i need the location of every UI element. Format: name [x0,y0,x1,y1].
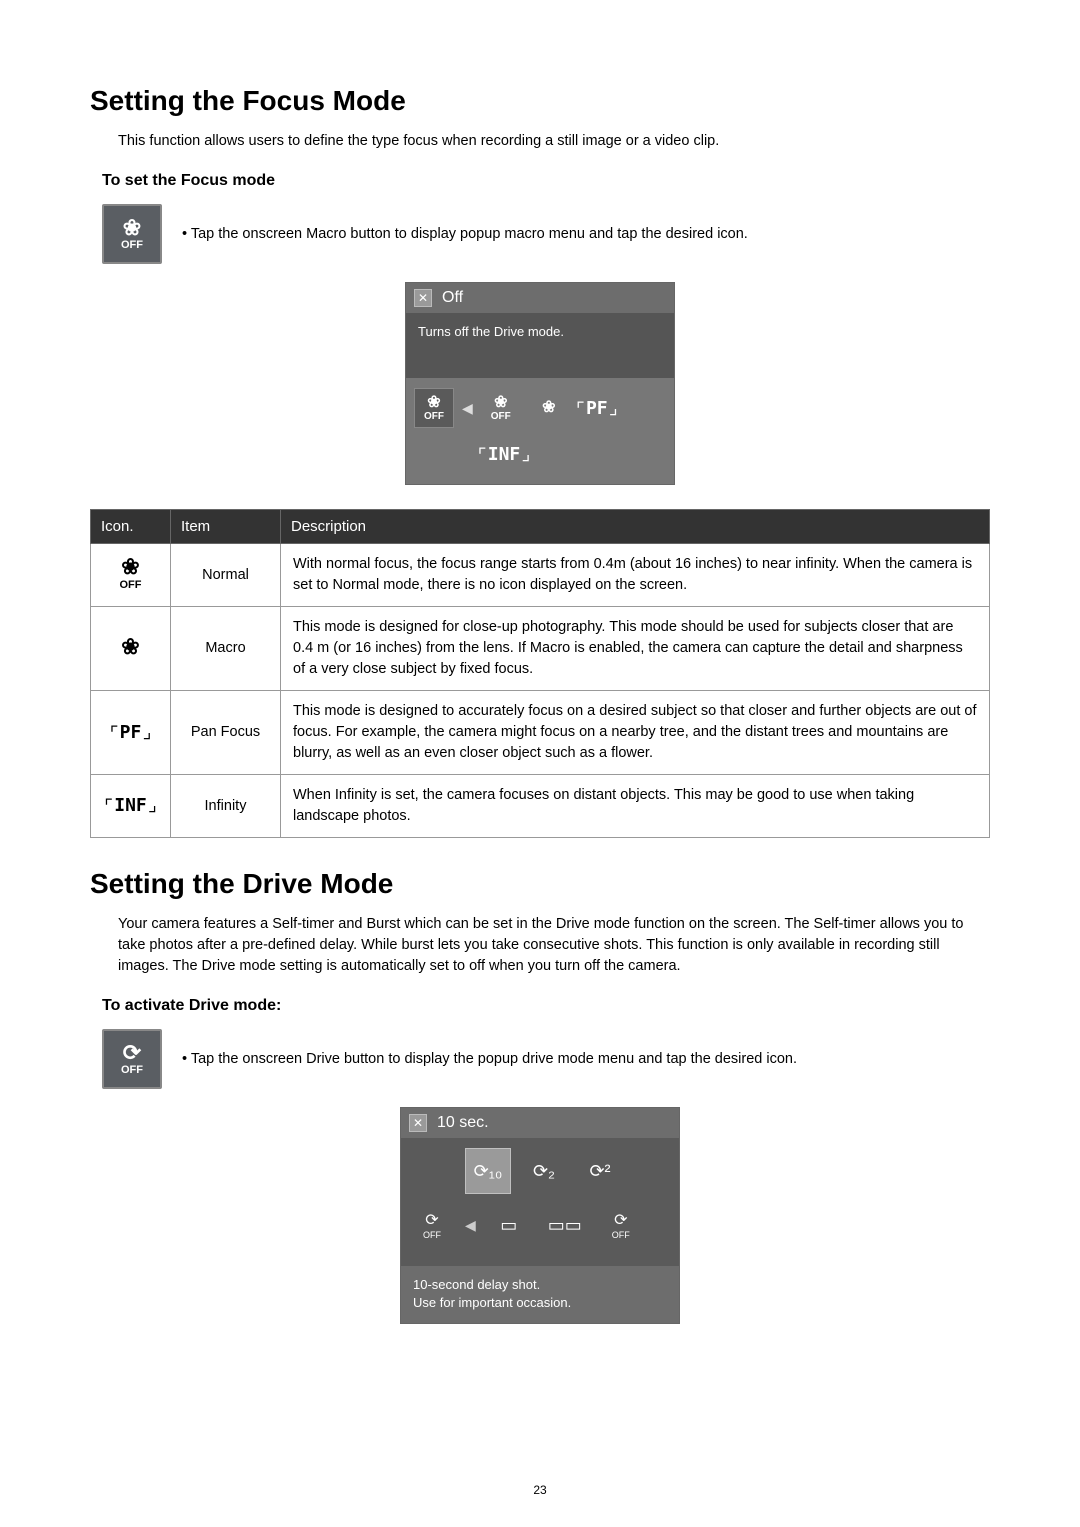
desc-infinity: When Infinity is set, the camera focuses… [281,775,990,838]
subheading-focus: To set the Focus mode [102,172,990,190]
inf-icon: ⌜INF⌟ [103,795,157,816]
focus-option-normal[interactable]: ❀OFF [481,388,521,428]
intro-drive: Your camera features a Self-timer and Bu… [118,914,990,977]
focus-popup: ✕ Off Turns off the Drive mode. ❀OFF ◀ ❀… [405,282,675,485]
focus-mode-table: Icon. Item Description ❀OFF Normal With … [90,509,990,838]
focus-option-off[interactable]: ❀OFF [414,388,454,428]
drive-off-label: OFF [121,1064,143,1076]
table-row: ⌜PF⌟ Pan Focus This mode is designed to … [91,691,990,775]
drive-option-burst[interactable]: ▭ [486,1202,532,1248]
chevron-left-icon: ◀ [462,400,473,417]
macro-off-label: OFF [121,239,143,251]
page-number: 23 [0,1483,1080,1497]
focus-option-pf[interactable]: ⌜PF⌟ [577,388,617,428]
timer-icon: ⟳ [123,1042,141,1064]
heading-focus-mode: Setting the Focus Mode [90,85,990,117]
focus-popup-title: Off [442,289,463,307]
drive-option-speedburst[interactable]: ▭▭ [542,1202,588,1248]
drive-option-2sec[interactable]: ⟳₂ [521,1148,567,1194]
focus-popup-body: Turns off the Drive mode. [406,314,674,378]
flower-off-icon: ❀OFF [120,556,142,594]
chevron-left-icon: ◀ [465,1217,476,1234]
item-normal: Normal [171,544,281,607]
heading-drive-mode: Setting the Drive Mode [90,868,990,900]
drive-instruction: Tap the onscreen Drive button to display… [182,1051,797,1067]
pf-icon: ⌜PF⌟ [109,722,152,743]
drive-option-off-left[interactable]: ⟳OFF [409,1202,455,1248]
drive-popup: ✕ 10 sec. ⟳₁₀ ⟳₂ ⟳² ⟳OFF ◀ ▭ ▭▭ ⟳OFF 10-… [400,1107,680,1323]
table-row: ⌜INF⌟ Infinity When Infinity is set, the… [91,775,990,838]
focus-option-inf[interactable]: ⌜INF⌟ [484,434,524,474]
drive-desc-line1: 10-second delay shot. [413,1276,667,1294]
th-icon: Icon. [91,510,171,544]
close-icon[interactable]: ✕ [414,289,432,307]
drive-option-10sec[interactable]: ⟳₁₀ [465,1148,511,1194]
close-icon[interactable]: ✕ [409,1114,427,1132]
focus-instruction: Tap the onscreen Macro button to display… [182,226,748,242]
drive-option-double[interactable]: ⟳² [577,1148,623,1194]
desc-macro: This mode is designed for close-up photo… [281,607,990,691]
subheading-drive: To activate Drive mode: [102,997,990,1015]
flower-icon: ❀ [121,636,139,658]
th-desc: Description [281,510,990,544]
item-infinity: Infinity [171,775,281,838]
item-panfocus: Pan Focus [171,691,281,775]
macro-off-button-icon: ❀ OFF [102,204,162,264]
desc-normal: With normal focus, the focus range start… [281,544,990,607]
item-macro: Macro [171,607,281,691]
drive-off-button-icon: ⟳ OFF [102,1029,162,1089]
table-row: ❀OFF Normal With normal focus, the focus… [91,544,990,607]
flower-icon: ❀ [123,217,141,239]
intro-focus: This function allows users to define the… [118,131,990,152]
drive-desc-line2: Use for important occasion. [413,1294,667,1312]
drive-popup-title: 10 sec. [437,1114,489,1132]
table-row: ❀ Macro This mode is designed for close-… [91,607,990,691]
desc-panfocus: This mode is designed to accurately focu… [281,691,990,775]
drive-option-off-right[interactable]: ⟳OFF [598,1202,644,1248]
focus-option-macro[interactable]: ❀ [529,388,569,428]
th-item: Item [171,510,281,544]
